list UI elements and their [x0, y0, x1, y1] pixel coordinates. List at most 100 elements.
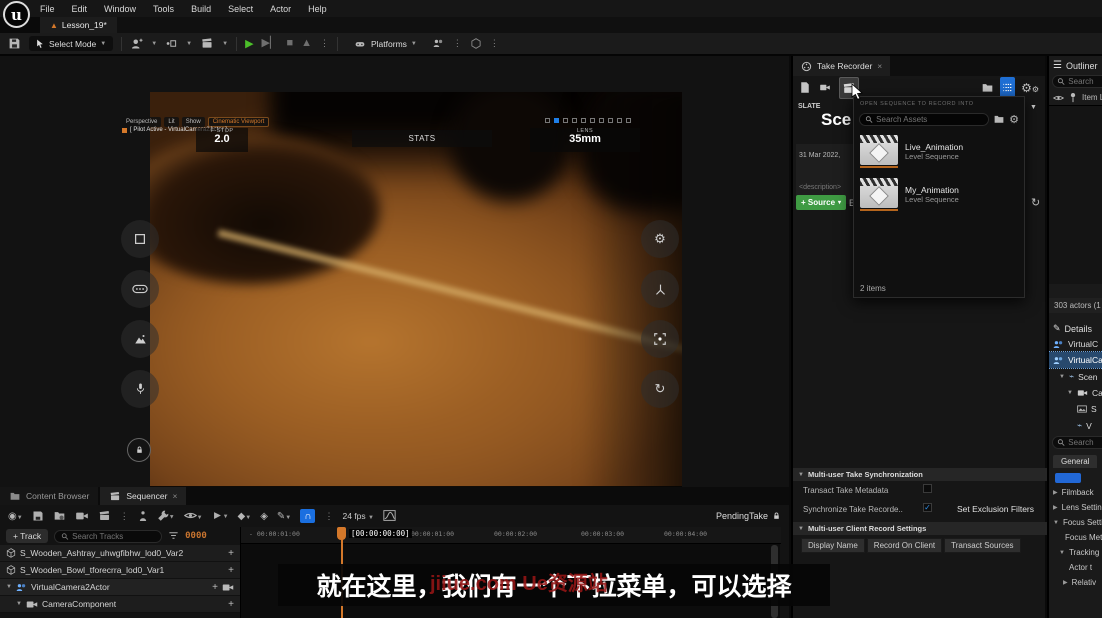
playhead-handle[interactable] — [337, 527, 346, 540]
level-tab[interactable]: ▲ Lesson_19* — [40, 17, 117, 33]
item-label-column[interactable]: Item L — [1082, 93, 1102, 102]
fps-dropdown[interactable]: 24 fps ▼ — [342, 511, 373, 521]
eject-button[interactable]: ▲ — [301, 38, 312, 49]
menu-help[interactable]: Help — [308, 4, 327, 14]
close-icon[interactable]: × — [172, 491, 177, 501]
package-icon[interactable] — [470, 38, 482, 49]
menu-build[interactable]: Build — [191, 4, 211, 14]
keyframe-options-icon[interactable]: ◆▼ — [238, 511, 252, 522]
close-icon[interactable]: × — [877, 61, 882, 71]
cinematics-caret[interactable]: ▼ — [222, 41, 228, 47]
world-icon[interactable]: ◉▼ — [8, 511, 23, 522]
vcam-frame-button[interactable] — [121, 220, 159, 258]
curve-editor-icon[interactable] — [383, 510, 396, 521]
wrench-icon[interactable]: ▼ — [157, 510, 175, 522]
add-section-icon[interactable]: + — [228, 565, 234, 576]
add-section-icon[interactable]: + — [228, 548, 234, 559]
multiuser-icon[interactable] — [432, 38, 445, 49]
add-track-button[interactable]: + Track — [6, 529, 48, 543]
outliner-search-input[interactable] — [1068, 77, 1102, 86]
viewport[interactable]: Perspective Lit Show Cinematic Viewport … — [0, 56, 789, 487]
auto-key-icon[interactable]: ◈ — [260, 511, 268, 522]
table-row[interactable]: ▼ CameraComponent+ — [0, 596, 240, 613]
add-section-icon[interactable]: + — [212, 582, 218, 593]
details-blue-badge[interactable] — [1055, 473, 1081, 483]
render-kebab[interactable]: ⋮ — [120, 511, 129, 522]
vcam-snapshot-button[interactable] — [121, 320, 159, 358]
take-recorder-tab[interactable]: Take Recorder × — [793, 56, 890, 76]
row-relative-offset[interactable]: ▶Relativ — [1049, 575, 1102, 590]
list-item[interactable]: My_Animation Level Sequence — [854, 173, 1024, 216]
row-focus-method[interactable]: Focus Met — [1049, 530, 1102, 545]
refresh-icon[interactable]: ↻ — [1031, 196, 1040, 209]
cinematic-viewport-chip[interactable]: Cinematic Viewport — [208, 117, 270, 127]
stop-button[interactable]: ■ — [286, 38, 293, 49]
combo-caret-icon[interactable]: ▼ — [1030, 104, 1037, 111]
select-mode-button[interactable]: Select Mode ▼ — [29, 36, 113, 51]
asset-search-input[interactable] — [876, 115, 983, 124]
outliner-tree-area[interactable] — [1049, 106, 1102, 284]
camera-icon[interactable] — [75, 511, 89, 522]
frame-counter[interactable]: 0000 — [185, 531, 207, 541]
outliner-header[interactable]: ☰ Outliner — [1049, 56, 1102, 73]
vcam-axis-button[interactable] — [641, 270, 679, 308]
snap-kebab[interactable]: ⋮ — [324, 511, 333, 522]
transact-checkbox[interactable] — [923, 484, 932, 493]
play-button[interactable]: ▶ — [245, 37, 253, 50]
menu-window[interactable]: Window — [104, 4, 136, 14]
asset-search-box[interactable] — [859, 113, 989, 126]
eye-icon[interactable] — [1053, 93, 1064, 102]
menu-file[interactable]: File — [40, 4, 55, 14]
blueprints-caret[interactable]: ▼ — [186, 41, 192, 47]
browse-sequence-icon[interactable] — [53, 510, 66, 521]
list-item[interactable]: Live_Animation Level Sequence — [854, 130, 1024, 173]
column-display-name[interactable]: Display Name — [801, 538, 865, 553]
blueprints-icon[interactable] — [165, 38, 178, 49]
viewport-stat-icons[interactable] — [545, 118, 631, 123]
settings-gears-icon[interactable]: ⚙⚙ — [1021, 81, 1039, 95]
timeline-ruler[interactable]: - 00:00:01:00 00:00:01:00 00:00:02:00 00… — [241, 527, 781, 544]
add-actor-caret[interactable]: ▼ — [151, 41, 157, 47]
multiuser-record-settings-header[interactable]: ▼Multi-user Client Record Settings — [793, 522, 1047, 535]
multiuser-kebab[interactable]: ⋮ — [453, 38, 462, 49]
play-options-kebab[interactable]: ⋮ — [320, 38, 329, 49]
vcam-mic-button[interactable] — [121, 370, 159, 408]
details-search-input[interactable] — [1068, 438, 1102, 447]
column-record-on-client[interactable]: Record On Client — [867, 538, 942, 553]
track-search-box[interactable] — [54, 530, 162, 543]
section-filmback[interactable]: ▶Filmback — [1049, 485, 1102, 500]
details-general-tab[interactable]: General — [1053, 455, 1097, 468]
slate-value[interactable]: Sce — [821, 110, 855, 130]
menu-actor[interactable]: Actor — [270, 4, 291, 14]
dropdown-settings-icon[interactable]: ⚙ — [1009, 113, 1019, 126]
row-actor-to-track[interactable]: Actor t — [1049, 560, 1102, 575]
section-lens-settings[interactable]: ▶Lens Settings — [1049, 500, 1102, 515]
content-browser-tab[interactable]: Content Browser — [0, 487, 98, 505]
camera-icon[interactable] — [222, 583, 234, 592]
table-row[interactable]: ▼ VirtualCamera2Actor + — [0, 579, 240, 596]
menu-tools[interactable]: Tools — [153, 4, 174, 14]
edit-pen-icon[interactable]: ✎▼ — [277, 511, 291, 522]
stats-overlay[interactable]: STATS — [352, 130, 492, 147]
new-take-icon[interactable] — [799, 79, 811, 97]
vcam-lock-button[interactable] — [127, 438, 151, 462]
review-recording-icon[interactable] — [818, 79, 832, 97]
lock-icon[interactable] — [772, 511, 781, 521]
menu-select[interactable]: Select — [228, 4, 253, 14]
view-options-eye-icon[interactable]: ▼ — [184, 511, 203, 522]
cinematics-icon[interactable] — [200, 38, 214, 49]
add-actor-icon[interactable] — [130, 38, 143, 50]
multiuser-sync-header[interactable]: ▼Multi-user Take Synchronization — [793, 468, 1047, 481]
package-kebab[interactable]: ⋮ — [490, 38, 499, 49]
details-tree-camera[interactable]: ▼ Car — [1049, 385, 1102, 401]
perspective-chip[interactable]: Perspective — [122, 117, 161, 127]
vcam-film-button[interactable] — [121, 270, 159, 308]
details-search-box[interactable] — [1052, 436, 1102, 449]
filter-icon[interactable] — [168, 527, 179, 545]
table-row[interactable]: S_Wooden_Bowl_tforecrra_lod0_Var1+ — [0, 562, 240, 579]
set-exclusion-filters-link[interactable]: Set Exclusion Filters — [957, 504, 1034, 514]
details-header[interactable]: ✎ Details — [1049, 319, 1102, 336]
track-search-input[interactable] — [72, 532, 155, 541]
save-sequence-icon[interactable] — [32, 510, 44, 522]
expand-arrow-icon[interactable]: ▼ — [6, 584, 12, 590]
